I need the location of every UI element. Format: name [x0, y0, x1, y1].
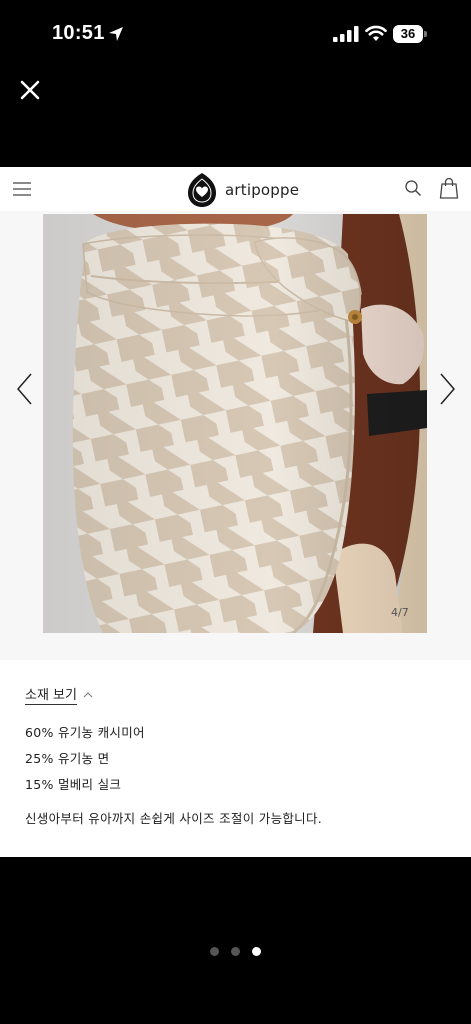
material-list: 60% 유기농 캐시미어 25% 유기농 면 15% 멀베리 실크 — [25, 720, 145, 798]
material-item: 15% 멀베리 실크 — [25, 777, 122, 792]
page-dot-active[interactable] — [252, 947, 261, 956]
material-toggle-label: 소재 보기 — [25, 684, 77, 705]
product-gallery: 4/7 — [0, 211, 471, 660]
product-image[interactable] — [43, 214, 427, 633]
chevron-up-icon — [83, 691, 93, 697]
location-arrow-icon — [109, 27, 123, 41]
battery-tip — [424, 31, 427, 37]
battery-level: 36 — [393, 25, 423, 43]
status-time: 10:51 — [52, 22, 105, 44]
chevron-left-icon[interactable] — [14, 371, 36, 407]
cellular-signal-icon — [333, 26, 359, 42]
logo-mark — [188, 173, 216, 207]
battery-icon: 36 — [393, 25, 427, 43]
material-toggle-button[interactable]: 소재 보기 — [25, 684, 93, 705]
page-dot[interactable] — [231, 947, 240, 956]
web-page: artipoppe 4/7 소재 보기 60% 유기농 캐시미어 25% 유기농… — [0, 167, 471, 857]
status-bar: 10:51 36 — [0, 0, 471, 70]
brand-name: artipoppe — [225, 181, 300, 199]
brand-logo[interactable]: artipoppe — [186, 171, 299, 209]
wifi-icon — [365, 25, 387, 41]
image-counter: 4/7 — [391, 606, 409, 619]
site-header: artipoppe — [0, 167, 471, 211]
material-item: 60% 유기농 캐시미어 — [25, 725, 145, 740]
page-indicator — [0, 947, 471, 957]
hamburger-menu-icon[interactable] — [12, 181, 32, 197]
page-dot[interactable] — [210, 947, 219, 956]
chevron-right-icon[interactable] — [436, 371, 458, 407]
shopping-bag-icon[interactable] — [439, 177, 459, 199]
material-item: 25% 유기농 면 — [25, 751, 110, 766]
search-icon[interactable] — [404, 179, 422, 197]
material-section: 소재 보기 60% 유기농 캐시미어 25% 유기농 면 15% 멀베리 실크 … — [0, 660, 471, 857]
close-icon[interactable] — [14, 74, 46, 106]
material-description: 신생아부터 유아까지 손쉽게 사이즈 조절이 가능합니다. — [25, 811, 323, 826]
